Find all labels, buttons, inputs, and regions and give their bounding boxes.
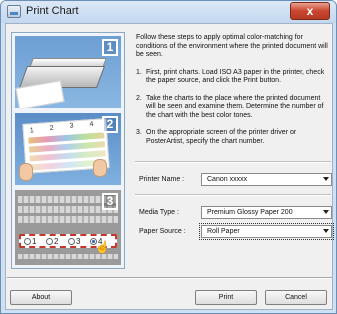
separator bbox=[135, 194, 331, 196]
media-type-label: Media Type : bbox=[139, 209, 179, 216]
step-text: On the appropriate screen of the printer… bbox=[146, 129, 297, 145]
step-number: 1. bbox=[136, 68, 142, 76]
step-1-number: 1 bbox=[102, 39, 118, 56]
chart-number-4: 4 bbox=[89, 121, 94, 129]
about-button[interactable]: About bbox=[10, 290, 72, 305]
paper-source-label: Paper Source : bbox=[139, 228, 186, 235]
right-hand-shape bbox=[93, 159, 107, 177]
title-bar[interactable]: Print Chart x bbox=[1, 1, 336, 23]
cancel-button[interactable]: Cancel bbox=[265, 290, 327, 305]
media-type-select[interactable]: Premium Glossy Paper 200 bbox=[201, 206, 332, 219]
radio-icon bbox=[46, 238, 53, 245]
chart-number-3: 3 bbox=[69, 122, 74, 130]
step-2-number: 2 bbox=[102, 116, 118, 133]
radio-icon bbox=[24, 238, 31, 245]
chart-number-1: 1 bbox=[29, 127, 35, 135]
instruction-step: 2. Take the charts to the place where th… bbox=[136, 95, 328, 121]
chevron-down-icon bbox=[323, 177, 329, 181]
print-button[interactable]: Print bbox=[195, 290, 257, 305]
printer-name-label: Printer Name : bbox=[139, 176, 185, 183]
dialog-bar-shape bbox=[18, 216, 118, 223]
chart-option-3: 3 bbox=[68, 237, 80, 247]
dialog-bar-shape bbox=[18, 254, 118, 259]
printer-name-select[interactable]: Canon xxxxx bbox=[201, 173, 332, 186]
instructions: Follow these steps to apply optimal colo… bbox=[136, 34, 328, 155]
radio-icon bbox=[68, 238, 75, 245]
printer-name-value: Canon xxxxx bbox=[207, 176, 248, 183]
instruction-step: 3. On the appropriate screen of the prin… bbox=[136, 129, 328, 146]
step-text: First, print charts. Load ISO A3 paper i… bbox=[146, 68, 325, 85]
pointer-cursor-icon: ☝ bbox=[95, 240, 110, 254]
chart-option-1: 1 bbox=[24, 237, 36, 247]
step-number: 2. bbox=[136, 94, 142, 102]
step-3-number: 3 bbox=[102, 193, 118, 210]
step-3-illustration: 1 2 3 4 ☝ 3 bbox=[15, 190, 121, 265]
chart-option-2: 2 bbox=[46, 237, 58, 247]
step-2-illustration: 1 2 3 4 2 bbox=[15, 113, 121, 185]
instruction-illustration: 1 1 2 3 4 2 1 2 3 4 ☝ 3 bbox=[11, 32, 125, 269]
step-1-illustration: 1 bbox=[15, 36, 121, 108]
left-hand-shape bbox=[19, 163, 33, 181]
window-title: Print Chart bbox=[26, 5, 79, 17]
step-number: 3. bbox=[136, 129, 142, 136]
media-type-value: Premium Glossy Paper 200 bbox=[207, 209, 293, 216]
chart-option-2-label: 2 bbox=[54, 237, 59, 246]
chart-number-2: 2 bbox=[49, 124, 54, 133]
close-button[interactable]: x bbox=[290, 2, 330, 20]
intro-text: Follow these steps to apply optimal colo… bbox=[136, 34, 328, 58]
printer-icon bbox=[7, 5, 21, 18]
chevron-down-icon bbox=[323, 229, 329, 233]
print-chart-dialog: Print Chart x 1 1 2 3 4 2 1 2 3 4 ☝ 3 Fo… bbox=[0, 0, 337, 314]
dialog-body: 1 1 2 3 4 2 1 2 3 4 ☝ 3 Follow these ste… bbox=[5, 23, 334, 310]
instruction-step: 1. First, print charts. Load ISO A3 pape… bbox=[136, 69, 328, 86]
chevron-down-icon bbox=[323, 210, 329, 214]
chart-option-1-label: 1 bbox=[32, 237, 37, 246]
separator bbox=[135, 161, 331, 163]
paper-source-value: Roll Paper bbox=[207, 228, 240, 235]
footer-divider bbox=[7, 277, 332, 279]
chart-option-3-label: 3 bbox=[76, 237, 81, 246]
step-text: Take the charts to the place where the p… bbox=[146, 94, 324, 119]
paper-source-select[interactable]: Roll Paper bbox=[199, 223, 334, 240]
